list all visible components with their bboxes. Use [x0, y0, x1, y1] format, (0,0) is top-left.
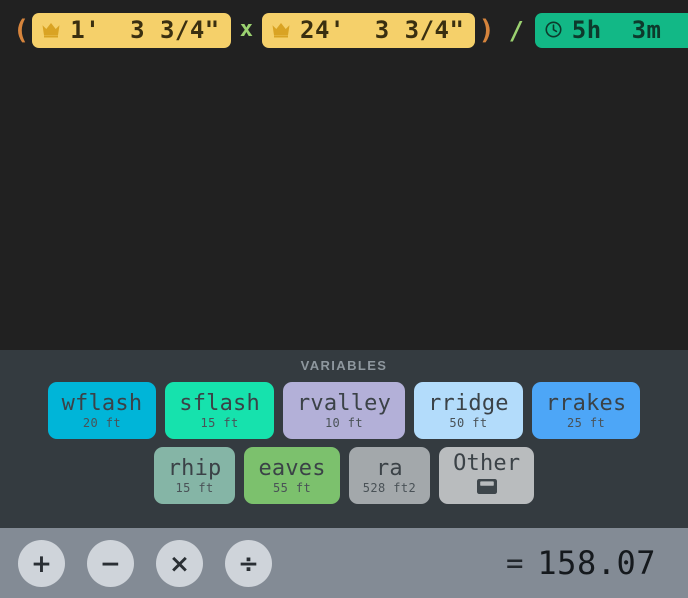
add-button[interactable]: +	[18, 539, 65, 587]
clock-icon	[544, 20, 563, 39]
calculator-app: ( 1' 3 3/4" x 24' 3 3/4") / 5h 3m VARIA…	[0, 0, 688, 598]
variable-value: 528 ft2	[362, 480, 417, 495]
result-value: 158.07	[537, 544, 656, 582]
close-paren: )	[478, 14, 495, 46]
variable-chip-rhip[interactable]: rhip 15 ft	[153, 447, 236, 504]
operator-buttons: + − × ÷	[18, 539, 272, 587]
variable-chip-eaves[interactable]: eaves 55 ft	[244, 447, 340, 504]
operator-bar: + − × ÷ = 158.07	[0, 528, 688, 598]
variable-value: 10 ft	[324, 415, 364, 430]
drawer-icon	[476, 478, 498, 499]
variable-value: 25 ft	[567, 415, 606, 430]
expression-token-time-text: 5h 3m 2s	[571, 15, 662, 44]
expression-token-length-text: 24' 3 3/4"	[300, 15, 465, 44]
variables-row-2: rhip 15 ft eaves 55 ft ra 528 ft2 Other	[153, 447, 535, 504]
open-paren: (	[13, 14, 30, 46]
result-display: = 158.07	[506, 547, 670, 579]
expression-token-width[interactable]: 1' 3 3/4"	[32, 12, 231, 48]
expression-display: ( 1' 3 3/4" x 24' 3 3/4") / 5h 3m	[0, 0, 688, 350]
variable-chip-ra[interactable]: ra 528 ft2	[348, 447, 431, 504]
variables-row-1: wflash 20 ft sflash 15 ft rvalley 10 ft …	[47, 382, 641, 439]
expression-token-time[interactable]: 5h 3m 2s	[534, 12, 688, 48]
variable-name: eaves	[258, 456, 326, 482]
variable-value: 15 ft	[175, 480, 214, 495]
variable-name: rridge	[428, 391, 509, 417]
variable-name: wflash	[61, 391, 143, 417]
variable-value: 20 ft	[82, 415, 121, 430]
multiply-operator-symbol: x	[239, 17, 254, 42]
variable-value: 15 ft	[200, 415, 239, 430]
variable-name: rvalley	[296, 391, 392, 417]
variable-chip-other[interactable]: Other	[439, 447, 535, 504]
variable-chip-rrakes[interactable]: rrakes 25 ft	[531, 382, 641, 439]
variable-name: rrakes	[545, 391, 627, 417]
equals-sign: =	[505, 545, 524, 580]
variable-value: 50 ft	[449, 415, 488, 430]
crown-icon	[41, 21, 61, 39]
expression-token-length[interactable]: 24' 3 3/4"	[262, 12, 476, 48]
expression-bar[interactable]: ( 1' 3 3/4" x 24' 3 3/4") / 5h 3m	[0, 10, 688, 50]
divide-operator-symbol: /	[508, 15, 524, 45]
crown-icon	[271, 21, 291, 39]
variable-name: ra	[375, 456, 403, 482]
subtract-button[interactable]: −	[87, 539, 134, 587]
variable-chip-rridge[interactable]: rridge 50 ft	[414, 382, 523, 439]
variables-panel: VARIABLES wflash 20 ft sflash 15 ft rval…	[0, 350, 688, 528]
variable-name: sflash	[179, 391, 260, 417]
divide-button[interactable]: ÷	[225, 539, 272, 587]
expression-token-width-text: 1' 3 3/4"	[70, 15, 220, 44]
variables-section-title: VARIABLES	[300, 358, 388, 373]
variable-value: 55 ft	[273, 480, 312, 495]
variable-chip-rvalley[interactable]: rvalley 10 ft	[282, 382, 406, 439]
multiply-button[interactable]: ×	[156, 539, 203, 587]
variable-chip-sflash[interactable]: sflash 15 ft	[165, 382, 274, 439]
variable-name: Other	[453, 450, 521, 476]
variable-chip-wflash[interactable]: wflash 20 ft	[47, 382, 157, 439]
variable-name: rhip	[167, 456, 222, 482]
